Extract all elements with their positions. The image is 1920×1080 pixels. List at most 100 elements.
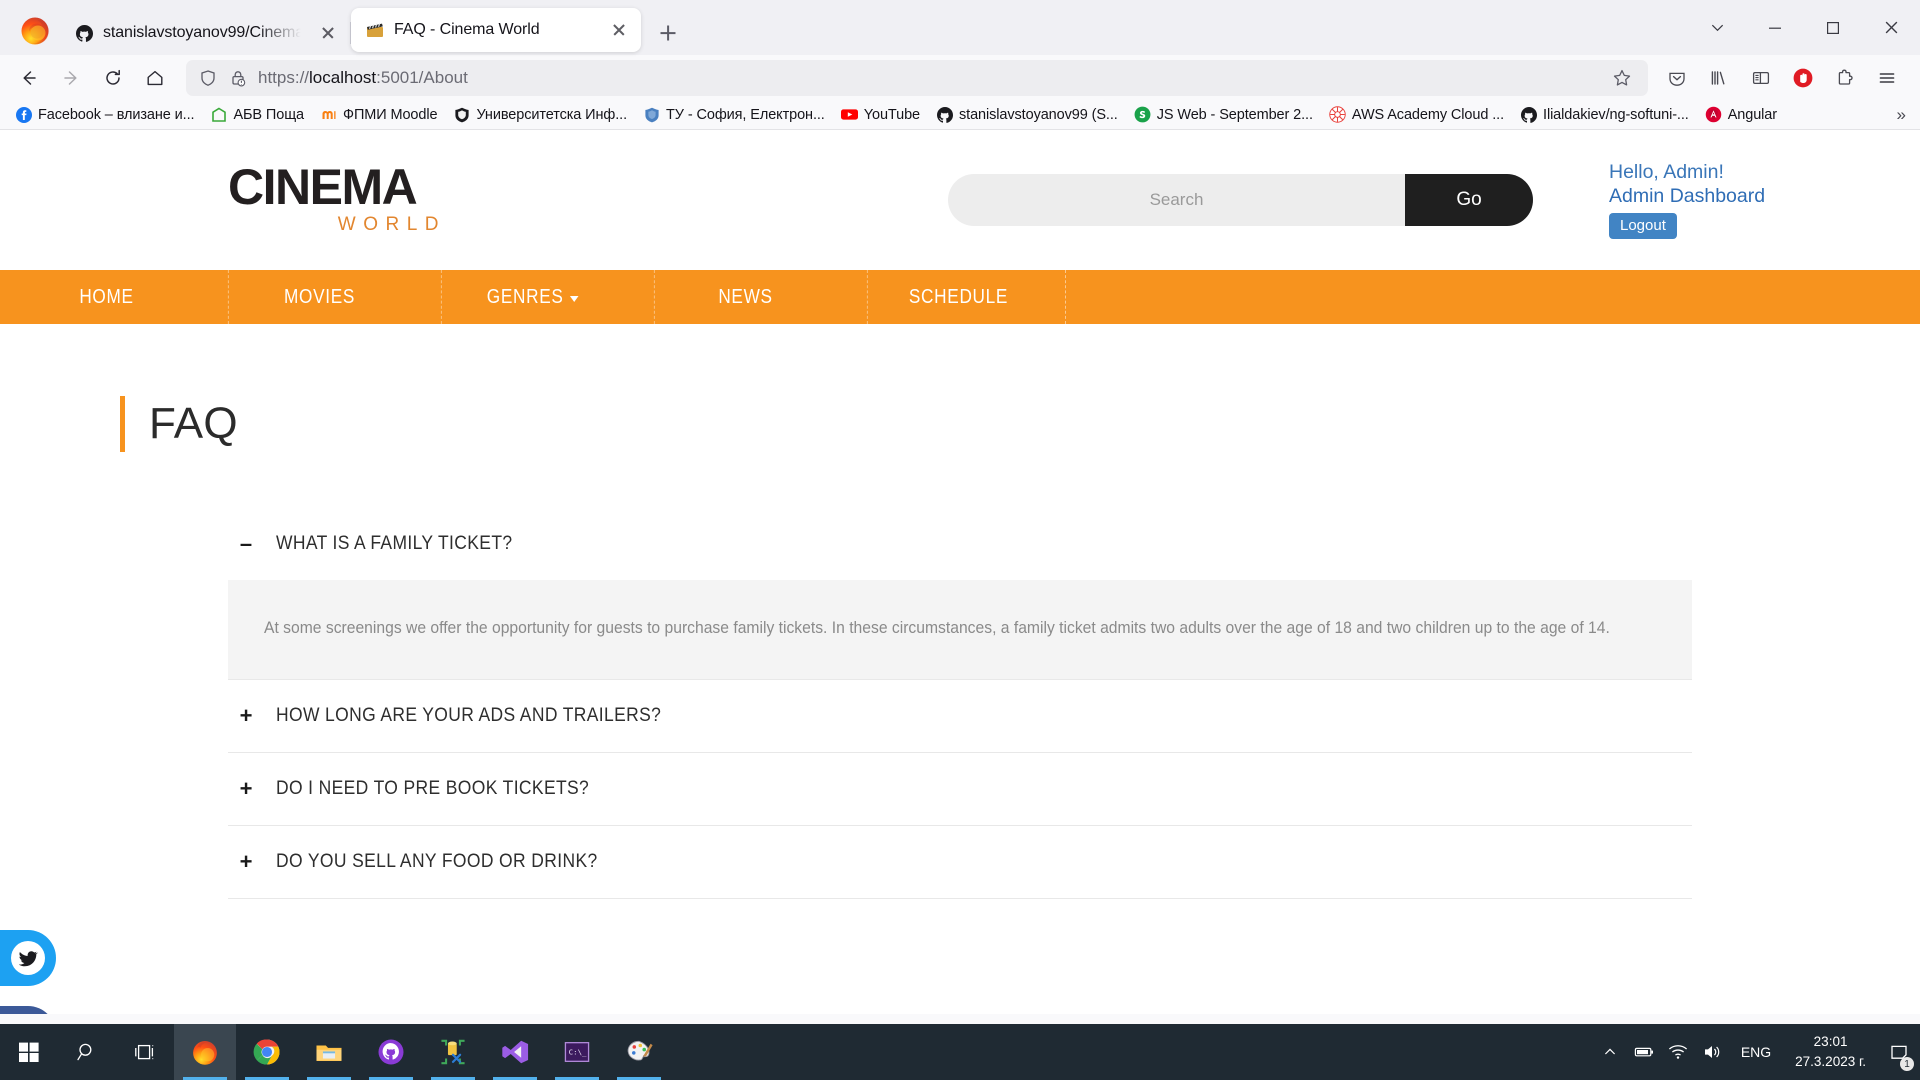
system-tray: ENG 23:01 27.3.2023 г. 1 bbox=[1593, 1024, 1920, 1080]
library-icon[interactable] bbox=[1700, 61, 1738, 95]
faq-accordion: – WHAT IS A FAMILY TICKET? At some scree… bbox=[228, 508, 1692, 900]
tab-close-icon[interactable] bbox=[316, 21, 340, 45]
faq-question-header[interactable]: + DO YOU SELL ANY FOOD OR DRINK? bbox=[228, 826, 1692, 898]
tracking-protection-shield-icon[interactable] bbox=[198, 68, 218, 88]
taskbar-app-firefox[interactable] bbox=[174, 1024, 236, 1080]
tab-title: stanislavstoyanov99/CinemaWo bbox=[103, 24, 307, 41]
page-content: CINEMA WORLD Go Hello, Admin! Admin Dash… bbox=[0, 130, 1920, 1014]
show-hidden-icons-chevron-icon[interactable] bbox=[1593, 1024, 1627, 1080]
faq-question-header[interactable]: + HOW LONG ARE YOUR ADS AND TRAILERS? bbox=[228, 680, 1692, 752]
task-view-icon[interactable] bbox=[116, 1024, 174, 1080]
bookmark-youtube[interactable]: YouTube bbox=[834, 103, 927, 126]
bookmark-tu-sofia[interactable]: ТУ - София, Електрон... bbox=[636, 103, 832, 126]
start-windows-icon[interactable] bbox=[0, 1024, 58, 1080]
page-title-block: FAQ bbox=[120, 396, 1920, 453]
admin-dashboard-link[interactable]: Admin Dashboard bbox=[1609, 185, 1765, 209]
faq-item: + DO YOU SELL ANY FOOD OR DRINK? bbox=[228, 826, 1692, 900]
home-icon[interactable] bbox=[134, 61, 176, 95]
firefox-logo-icon bbox=[18, 13, 52, 47]
nav-item-news[interactable]: NEWS bbox=[653, 270, 837, 324]
taskbar-clock[interactable]: 23:01 27.3.2023 г. bbox=[1783, 1032, 1878, 1071]
facebook-icon bbox=[15, 106, 32, 123]
site-logo[interactable]: CINEMA WORLD bbox=[228, 163, 450, 236]
sidebar-icon[interactable] bbox=[1742, 61, 1780, 95]
nav-label: SCHEDULE bbox=[908, 285, 1009, 308]
pocket-save-icon[interactable] bbox=[1658, 61, 1696, 95]
bookmark-label: АБВ Поща bbox=[233, 106, 305, 123]
nav-item-schedule[interactable]: SCHEDULE bbox=[866, 270, 1050, 324]
bookmark-label: ТУ - София, Електрон... bbox=[666, 106, 825, 123]
notifications-button[interactable]: 1 bbox=[1878, 1024, 1920, 1080]
taskbar-app-visual-studio[interactable] bbox=[484, 1024, 546, 1080]
taskbar-app-command-prompt[interactable]: C:\_ bbox=[546, 1024, 608, 1080]
nav-label: HOME bbox=[79, 285, 134, 308]
bookmark-facebook[interactable]: Facebook – влизане и... bbox=[8, 103, 201, 126]
forward-arrow-icon[interactable] bbox=[50, 61, 92, 95]
bookmark-abv-mail[interactable]: АБВ Поща bbox=[203, 103, 311, 126]
tab-close-icon[interactable] bbox=[607, 18, 631, 42]
tab-faq-cinema-world[interactable]: FAQ - Cinema World bbox=[351, 8, 641, 52]
tab-github-repo[interactable]: stanislavstoyanov99/CinemaWo bbox=[60, 11, 350, 55]
faq-item: + HOW LONG ARE YOUR ADS AND TRAILERS? bbox=[228, 680, 1692, 754]
bookmark-angular[interactable]: Angular bbox=[1698, 103, 1784, 126]
bookmark-label: Университетска Инф... bbox=[476, 106, 628, 123]
bookmarks-bar: Facebook – влизане и... АБВ Поща ФПМИ Mo… bbox=[0, 100, 1920, 130]
title-accent-bar bbox=[120, 396, 125, 453]
bookmark-label: Angular bbox=[1727, 106, 1777, 123]
reload-icon[interactable] bbox=[92, 61, 134, 95]
volume-icon[interactable] bbox=[1695, 1024, 1729, 1080]
extensions-puzzle-icon[interactable] bbox=[1826, 61, 1864, 95]
url-text[interactable]: https://localhost:5001/About bbox=[258, 68, 1598, 88]
minimize-button[interactable] bbox=[1746, 8, 1804, 48]
bookmark-label: Facebook – влизане и... bbox=[38, 106, 195, 123]
faq-answer-panel: At some screenings we offer the opportun… bbox=[228, 580, 1692, 680]
close-button[interactable] bbox=[1862, 8, 1920, 48]
nav-item-home[interactable]: HOME bbox=[15, 270, 198, 324]
faq-question-header[interactable]: + DO I NEED TO PRE BOOK TICKETS? bbox=[228, 753, 1692, 825]
social-link-twitter[interactable] bbox=[0, 930, 56, 986]
bookmark-js-web[interactable]: JS Web - September 2... bbox=[1127, 103, 1320, 126]
back-arrow-icon[interactable] bbox=[8, 61, 50, 95]
url-host: localhost bbox=[309, 67, 377, 87]
search-go-button[interactable]: Go bbox=[1405, 174, 1533, 226]
maximize-button[interactable] bbox=[1804, 8, 1862, 48]
taskbar-app-file-explorer[interactable] bbox=[298, 1024, 360, 1080]
angular-icon bbox=[1705, 106, 1722, 123]
new-tab-button[interactable] bbox=[651, 16, 685, 50]
user-area: Hello, Admin! Admin Dashboard Logout bbox=[1609, 161, 1765, 240]
app-menu-icon[interactable] bbox=[1868, 61, 1906, 95]
battery-icon[interactable] bbox=[1627, 1024, 1661, 1080]
faq-question-text: HOW LONG ARE YOUR ADS AND TRAILERS? bbox=[276, 705, 662, 727]
faq-question-text: WHAT IS A FAMILY TICKET? bbox=[276, 533, 513, 555]
nav-label: NEWS bbox=[718, 285, 773, 308]
faq-question-header[interactable]: – WHAT IS A FAMILY TICKET? bbox=[228, 508, 1692, 580]
logout-button[interactable]: Logout bbox=[1609, 213, 1677, 240]
search-input[interactable] bbox=[948, 174, 1405, 226]
clock-time: 23:01 bbox=[1813, 1034, 1848, 1050]
bookmark-github-ilialdakiev[interactable]: Ilialdakiev/ng-softuni-... bbox=[1513, 103, 1696, 126]
bookmark-university-info[interactable]: Университетска Инф... bbox=[446, 103, 634, 126]
ublock-origin-icon[interactable] bbox=[1784, 61, 1822, 95]
language-indicator[interactable]: ENG bbox=[1729, 1044, 1783, 1060]
taskbar-app-chrome[interactable] bbox=[236, 1024, 298, 1080]
bookmark-aws-academy[interactable]: AWS Academy Cloud ... bbox=[1322, 103, 1511, 126]
url-bar[interactable]: https://localhost:5001/About bbox=[186, 59, 1648, 96]
connection-not-secure-lock-icon[interactable] bbox=[228, 68, 248, 88]
faq-answer-text: At some screenings we offer the opportun… bbox=[264, 619, 1610, 638]
main-navigation: HOME MOVIES GENRES NEWS SCHEDULE bbox=[0, 270, 1920, 324]
taskbar-app-paint[interactable] bbox=[608, 1024, 670, 1080]
nav-item-movies[interactable]: MOVIES bbox=[227, 270, 411, 324]
bookmark-github-stanislav[interactable]: stanislavstoyanov99 (S... bbox=[929, 103, 1125, 126]
logo-secondary-text: WORLD bbox=[337, 213, 446, 235]
bookmark-star-icon[interactable] bbox=[1608, 64, 1636, 92]
social-link-facebook[interactable] bbox=[0, 1006, 56, 1014]
softuni-icon bbox=[1134, 106, 1151, 123]
wifi-icon[interactable] bbox=[1661, 1024, 1695, 1080]
nav-item-genres[interactable]: GENRES bbox=[440, 270, 624, 324]
taskbar-app-sql-tools[interactable] bbox=[422, 1024, 484, 1080]
taskbar-app-github-desktop[interactable] bbox=[360, 1024, 422, 1080]
bookmarks-overflow-chevron-icon[interactable]: » bbox=[1889, 105, 1914, 125]
tab-list-chevron-icon[interactable] bbox=[1688, 8, 1746, 48]
bookmark-fpmi-moodle[interactable]: ФПМИ Moodle bbox=[313, 103, 444, 126]
search-icon[interactable] bbox=[58, 1024, 116, 1080]
